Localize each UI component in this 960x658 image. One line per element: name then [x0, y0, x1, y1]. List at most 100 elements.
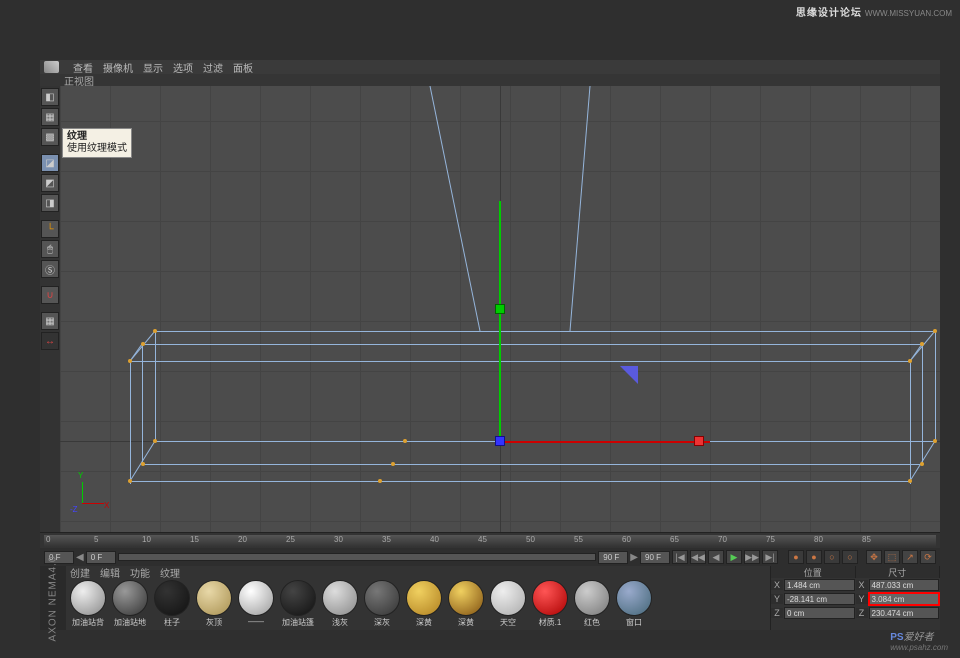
viewport-menubar: 查看 摄像机 显示 选项 过滤 面板	[40, 60, 940, 74]
goto-end-button[interactable]: ▶|	[762, 550, 778, 564]
wireframe-edge	[155, 331, 935, 332]
frame-range-end[interactable]: 90 F	[598, 551, 628, 564]
material-label: 加油站背	[72, 617, 104, 628]
material-ball-icon	[532, 580, 568, 616]
key-options-button[interactable]: ○	[824, 550, 840, 564]
material-ball-icon	[364, 580, 400, 616]
material-swatch[interactable]: 柱子	[152, 580, 192, 628]
step-fwd-button[interactable]: ▶▶	[744, 550, 760, 564]
gizmo-center-handle[interactable]	[495, 436, 505, 446]
tool-texture-icon[interactable]: ▩	[41, 128, 59, 146]
material-swatch[interactable]: 材质.1	[530, 580, 570, 628]
frame-end[interactable]: 90 F	[640, 551, 670, 564]
material-swatch[interactable]: 深灰	[362, 580, 402, 628]
tool-grid[interactable]: ▦	[41, 312, 59, 330]
param-key-button[interactable]: ⟳	[920, 550, 936, 564]
material-row: 加油站背加油站地 柱子 灰顶 —— 加油站篷浅灰深灰深黄深黄天空 材质.1 红色 窗口	[66, 578, 770, 630]
wireframe-edge	[130, 361, 910, 362]
material-swatch[interactable]: 天空	[488, 580, 528, 628]
material-label: 灰顶	[206, 617, 222, 628]
timeline-track[interactable]	[118, 553, 597, 561]
size-y-input[interactable]: 3.084 cm	[869, 593, 940, 605]
tool-model[interactable]: ◪	[41, 154, 59, 172]
material-swatch[interactable]: 加油站背	[68, 580, 108, 628]
key-options2-button[interactable]: ○	[842, 550, 858, 564]
view-label-bar: 正视图	[40, 74, 940, 86]
material-swatch[interactable]: 窗口	[614, 580, 654, 628]
material-ball-icon	[322, 580, 358, 616]
wireframe-edge	[130, 481, 910, 482]
texture-tooltip: 纹理 使用纹理模式	[62, 128, 132, 158]
scale-key-button[interactable]: ⬚	[884, 550, 900, 564]
viewport-3d[interactable]: document.write(Array.from({length:19},(_…	[60, 86, 940, 532]
tool-s[interactable]: Ⓢ	[41, 260, 59, 278]
gizmo-plane-icon[interactable]	[620, 366, 638, 384]
material-swatch[interactable]: 红色	[572, 580, 612, 628]
size-z-input[interactable]: 230.474 cm	[869, 607, 940, 619]
tool-primitive[interactable]: ◧	[41, 88, 59, 106]
watermark-top: 思缘设计论坛 WWW.MISSYUAN.COM	[796, 4, 952, 19]
coord-head-pos: 位置	[771, 566, 856, 578]
material-swatch[interactable]: 深黄	[446, 580, 486, 628]
material-label: 加油站篷	[282, 617, 314, 628]
goto-start-button[interactable]: |◀	[672, 550, 688, 564]
pos-y-input[interactable]: -28.141 cm	[784, 593, 855, 605]
record-button[interactable]: ●	[788, 550, 804, 564]
menu-display[interactable]: 显示	[143, 60, 163, 75]
material-swatch[interactable]: ——	[236, 580, 276, 628]
viewport-logo-icon	[44, 61, 59, 73]
material-ball-icon	[574, 580, 610, 616]
material-ball-icon	[616, 580, 652, 616]
menu-camera[interactable]: 摄像机	[103, 60, 133, 75]
material-ball-icon	[490, 580, 526, 616]
menu-filter[interactable]: 过滤	[203, 60, 223, 75]
material-label: 红色	[584, 617, 600, 628]
step-back-button[interactable]: ◀◀	[690, 550, 706, 564]
material-swatch[interactable]: 加油站地	[110, 580, 150, 628]
play-button[interactable]: ▶	[726, 550, 742, 564]
gizmo-x-axis[interactable]	[500, 441, 710, 443]
wireframe-edge	[155, 331, 156, 441]
rotate-key-button[interactable]: ↗	[902, 550, 918, 564]
gizmo-x-handle[interactable]	[694, 436, 704, 446]
frame-range-start[interactable]: 0 F	[86, 551, 116, 564]
tool-magnet-icon[interactable]: ∪	[41, 286, 59, 304]
material-label: 天空	[500, 617, 516, 628]
move-key-button[interactable]: ✥	[866, 550, 882, 564]
tool-mouse-icon[interactable]: 🖱	[41, 240, 59, 258]
tool-edge[interactable]: └	[41, 220, 59, 238]
material-ball-icon	[448, 580, 484, 616]
bottom-panel: AXON NEMA4.0 创建 编辑 功能 纹理 加油站背加油站地柱子灰顶——加…	[40, 566, 940, 630]
wireframe-edge	[935, 331, 936, 441]
axon-logo: AXON NEMA4.0	[40, 566, 66, 630]
tool-polygon[interactable]: ▦	[41, 108, 59, 126]
gizmo-y-handle[interactable]	[495, 304, 505, 314]
material-swatch[interactable]: 浅灰	[320, 580, 360, 628]
timeline-ruler[interactable]: const rd=JSON.parse(document.getElementB…	[40, 532, 940, 548]
material-swatch[interactable]: 深黄	[404, 580, 444, 628]
pos-x-input[interactable]: 1.484 cm	[784, 579, 855, 591]
timeline-controls: 0 F ◀ 0 F 90 F ▶ 90 F |◀ ◀◀ ◀ ▶ ▶▶ ▶| ● …	[40, 548, 940, 566]
axis-widget: YX-Z	[68, 474, 108, 514]
material-ball-icon	[406, 580, 442, 616]
material-ball-icon	[196, 580, 232, 616]
pos-z-input[interactable]: 0 cm	[784, 607, 855, 619]
gizmo-y-axis[interactable]	[499, 201, 501, 441]
material-label: 加油站地	[114, 617, 146, 628]
app-window: 查看 摄像机 显示 选项 过滤 面板 正视图 ◧ ▦ ▩ ◪ ◩ ◨ └ 🖱 Ⓢ…	[40, 60, 940, 630]
material-label: 柱子	[164, 617, 180, 628]
menu-panel[interactable]: 面板	[233, 60, 253, 75]
material-swatch[interactable]: 灰顶	[194, 580, 234, 628]
tool-axis[interactable]: ↔	[41, 332, 59, 350]
tool-point[interactable]: ◨	[41, 194, 59, 212]
material-label: ——	[248, 617, 264, 626]
material-swatch[interactable]: 加油站篷	[278, 580, 318, 628]
menu-options[interactable]: 选项	[173, 60, 193, 75]
tool-column: ◧ ▦ ▩ ◪ ◩ ◨ └ 🖱 Ⓢ ∪ ▦ ↔	[40, 86, 60, 532]
size-x-input[interactable]: 487.033 cm	[869, 579, 940, 591]
material-ball-icon	[154, 580, 190, 616]
autokey-button[interactable]: ●	[806, 550, 822, 564]
play-back-button[interactable]: ◀	[708, 550, 724, 564]
tool-object[interactable]: ◩	[41, 174, 59, 192]
material-ball-icon	[70, 580, 106, 616]
